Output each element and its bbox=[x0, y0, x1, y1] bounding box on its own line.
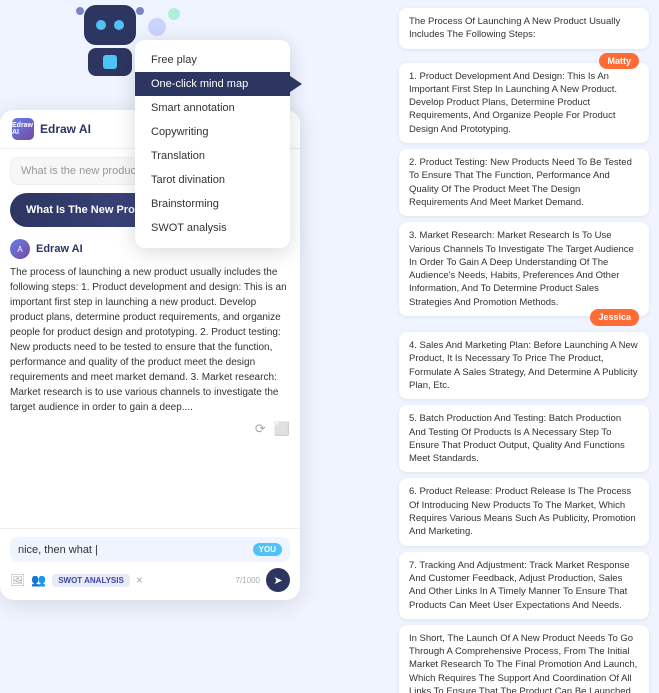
message-input[interactable]: nice, then what | bbox=[18, 544, 247, 556]
node-text-4: 4. Sales And Marketing Plan: Before Laun… bbox=[409, 340, 638, 391]
robot-chest-light bbox=[103, 55, 117, 69]
message-actions: ⟳ ⬜ bbox=[10, 421, 290, 437]
node-text-1: 1. Product Development And Design: This … bbox=[409, 71, 617, 135]
mind-node-4: 4. Sales And Marketing Plan: Before Laun… bbox=[399, 332, 649, 399]
mind-node-3: 3. Market Research: Market Research Is T… bbox=[399, 222, 649, 316]
feature-dropdown: Free playOne-click mind mapSmart annotat… bbox=[135, 40, 290, 248]
jessica-badge: Jessica bbox=[590, 309, 639, 326]
node-text-7: 7. Tracking And Adjustment: Track Market… bbox=[409, 560, 630, 611]
mind-node-0: The Process Of Launching A New Product U… bbox=[399, 8, 649, 49]
swot-tag[interactable]: SWOT ANALYSIS bbox=[52, 574, 130, 587]
robot-chest bbox=[88, 48, 132, 76]
chat-input-row: nice, then what | YOU bbox=[10, 537, 290, 562]
mind-node-7: 7. Tracking And Adjustment: Track Market… bbox=[399, 552, 649, 619]
robot-head bbox=[84, 5, 136, 45]
robot-ear-left bbox=[76, 7, 84, 15]
you-badge: YOU bbox=[253, 543, 282, 556]
copy-icon[interactable]: ⟳ bbox=[255, 421, 266, 437]
send-button[interactable]: ➤ bbox=[266, 568, 290, 592]
chat-input-area: nice, then what | YOU 🖼 👥 SWOT ANALYSIS … bbox=[0, 528, 300, 600]
image-tool-icon[interactable]: 🖼 bbox=[10, 573, 25, 587]
node-text-6: 6. Product Release: Product Release Is T… bbox=[409, 486, 636, 537]
chat-messages: A Edraw AI The process of launching a ne… bbox=[0, 231, 300, 528]
chat-logo: Edraw AI bbox=[12, 118, 34, 140]
dropdown-item-3[interactable]: Copywriting bbox=[135, 120, 290, 144]
share-icon[interactable]: ⬜ bbox=[274, 421, 290, 437]
node-text-0: The Process Of Launching A New Product U… bbox=[409, 16, 620, 40]
chat-tools: 🖼 👥 SWOT ANALYSIS × 7/1000 ➤ bbox=[10, 568, 290, 592]
char-count: 7/1000 bbox=[236, 576, 260, 585]
dropdown-item-4[interactable]: Translation bbox=[135, 144, 290, 168]
ai-message: The process of launching a new product u… bbox=[10, 265, 290, 415]
dropdown-item-6[interactable]: Brainstorming bbox=[135, 192, 290, 216]
mind-node-1: Matty1. Product Development And Design: … bbox=[399, 63, 649, 143]
dropdown-item-7[interactable]: SWOT analysis bbox=[135, 216, 290, 240]
node-text-5: 5. Batch Production And Testing: Batch P… bbox=[409, 413, 625, 464]
dropdown-item-5[interactable]: Tarot divination bbox=[135, 168, 290, 192]
robot-ear-right bbox=[136, 7, 144, 15]
dropdown-arrow bbox=[290, 76, 302, 92]
robot-eye-right bbox=[114, 20, 124, 30]
node-text-8: In Short, The Launch Of A New Product Ne… bbox=[409, 633, 637, 693]
mind-node-8: In Short, The Launch Of A New Product Ne… bbox=[399, 625, 649, 693]
mind-map-panel: The Process Of Launching A New Product U… bbox=[389, 0, 659, 693]
people-tool-icon[interactable]: 👥 bbox=[31, 573, 46, 587]
dropdown-item-0[interactable]: Free play bbox=[135, 48, 290, 72]
mind-node-5: 5. Batch Production And Testing: Batch P… bbox=[399, 405, 649, 472]
close-tag-icon[interactable]: × bbox=[136, 573, 143, 587]
dropdown-item-1[interactable]: One-click mind map bbox=[135, 72, 290, 96]
node-text-3: 3. Market Research: Market Research Is T… bbox=[409, 230, 634, 307]
node-text-2: 2. Product Testing: New Products Need To… bbox=[409, 157, 632, 208]
matty-badge: Matty bbox=[599, 53, 639, 70]
ai-name: Edraw AI bbox=[36, 243, 83, 255]
robot-eye-left bbox=[96, 20, 106, 30]
mind-node-6: 6. Product Release: Product Release Is T… bbox=[399, 478, 649, 545]
ai-avatar: A bbox=[10, 239, 30, 259]
chat-logo-text: Edraw AI bbox=[12, 122, 34, 136]
mind-node-2: 2. Product Testing: New Products Need To… bbox=[399, 149, 649, 216]
dropdown-item-2[interactable]: Smart annotation bbox=[135, 96, 290, 120]
send-icon: ➤ bbox=[273, 574, 282, 587]
